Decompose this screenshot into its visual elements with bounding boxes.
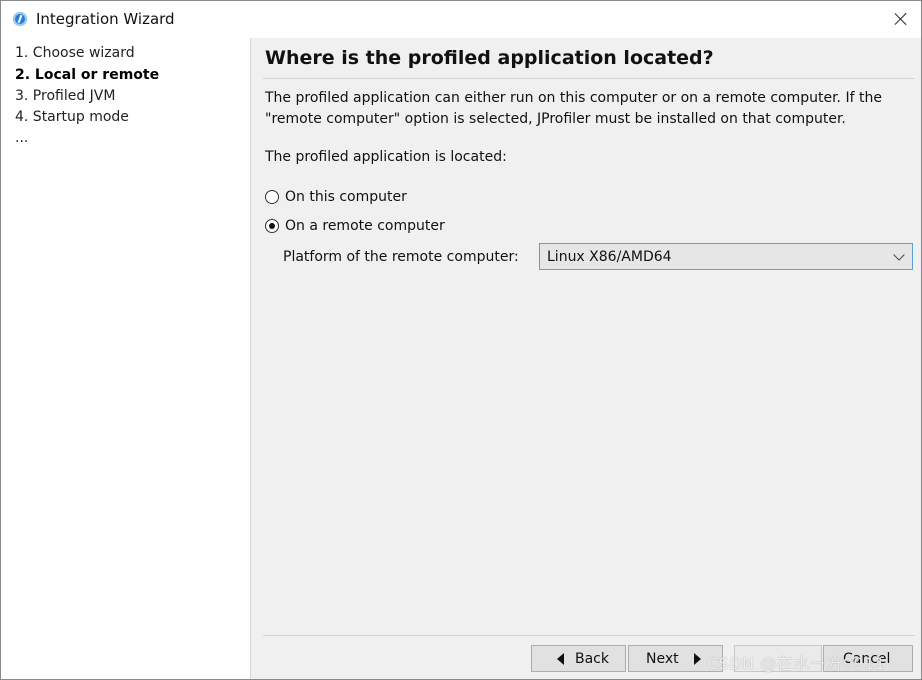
description-text: The profiled application can either run …: [265, 88, 915, 130]
back-arrow-icon: [557, 653, 564, 665]
platform-select-value: Linux X86/AMD64: [547, 249, 672, 265]
step-startup-mode[interactable]: 4. Startup mode: [15, 109, 129, 125]
app-icon: [13, 12, 27, 26]
step-profiled-jvm[interactable]: 3. Profiled JVM: [15, 88, 115, 104]
platform-select[interactable]: Linux X86/AMD64: [539, 243, 913, 270]
title-bar: Integration Wizard: [1, 1, 921, 38]
radio-remote-computer-label: On a remote computer: [285, 218, 445, 234]
description-line-2: "remote computer" option is selected, JP…: [265, 111, 846, 127]
description-line-1: The profiled application can either run …: [265, 90, 882, 106]
platform-label: Platform of the remote computer:: [283, 249, 519, 265]
close-icon[interactable]: [887, 5, 915, 33]
radio-remote-computer[interactable]: On a remote computer: [265, 216, 445, 236]
integration-wizard-window: Integration Wizard 1. Choose wizard 2. L…: [0, 0, 922, 680]
located-label: The profiled application is located:: [265, 149, 507, 165]
step-local-or-remote[interactable]: 2. Local or remote: [15, 67, 159, 83]
next-button-label: Next: [646, 651, 679, 667]
watermark: CSDN @在水一方0911: [707, 654, 886, 673]
page-title: Where is the profiled application locate…: [265, 47, 714, 69]
heading-divider: [263, 78, 915, 79]
window-title: Integration Wizard: [36, 10, 175, 28]
radio-button-unchecked[interactable]: [265, 190, 279, 204]
radio-button-checked[interactable]: [265, 219, 279, 233]
chevron-down-icon[interactable]: [893, 249, 905, 261]
back-button-label: Back: [575, 651, 609, 667]
step-more: ...: [15, 130, 29, 146]
back-button[interactable]: Back: [531, 645, 626, 672]
step-choose-wizard[interactable]: 1. Choose wizard: [15, 45, 135, 61]
radio-this-computer-label: On this computer: [285, 189, 407, 205]
radio-this-computer[interactable]: On this computer: [265, 187, 407, 207]
next-arrow-icon: [694, 653, 701, 665]
wizard-content-panel: Where is the profiled application locate…: [251, 38, 921, 679]
footer-divider: [263, 635, 915, 636]
wizard-steps-panel: 1. Choose wizard 2. Local or remote 3. P…: [1, 38, 251, 679]
